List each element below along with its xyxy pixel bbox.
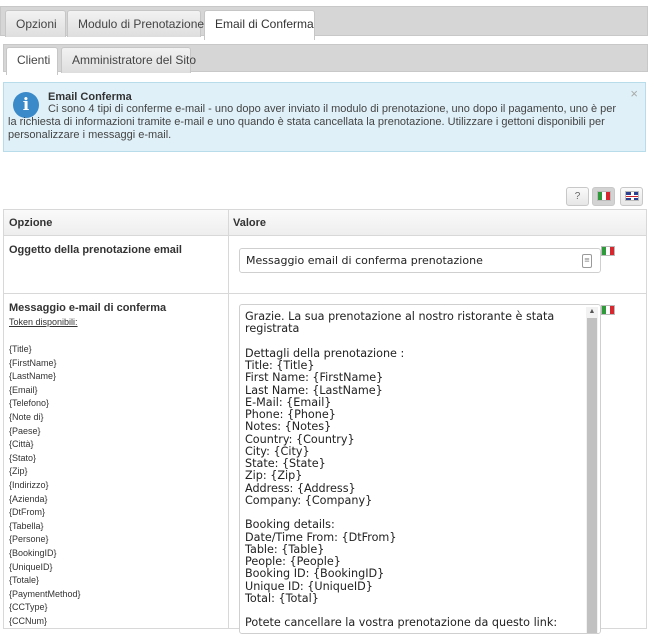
- token-item: {LastName}: [9, 371, 57, 382]
- subtab-clienti[interactable]: Clienti: [6, 47, 58, 75]
- column-header-value: Valore: [228, 210, 646, 236]
- subject-label: Oggetto della prenotazione email: [9, 244, 182, 256]
- info-box: i Email Conferma Ci sono 4 tipi di confe…: [3, 82, 646, 152]
- token-item: {PaymentMethod}: [9, 588, 81, 599]
- clipboard-icon[interactable]: ≡: [582, 254, 592, 268]
- tokens-heading: Token disponibili:: [9, 317, 78, 327]
- token-item: {Zip}: [9, 466, 28, 477]
- table-row: Oggetto della prenotazione email Messagg…: [4, 236, 646, 294]
- token-item: {CCNum}: [9, 615, 48, 626]
- token-item: {Indirizzo}: [9, 479, 49, 490]
- options-table: Opzione Valore Oggetto della prenotazion…: [3, 209, 647, 634]
- token-item: {Title}: [9, 344, 32, 354]
- subject-input-value: Messaggio email di conferma prenotazione: [246, 254, 483, 267]
- token-item: {Azienda}: [9, 493, 48, 504]
- token-item: {Note di}: [9, 411, 44, 422]
- italian-flag-icon: [601, 305, 615, 315]
- scroll-up-icon[interactable]: ▲: [586, 307, 598, 317]
- italian-flag-icon: [596, 191, 611, 202]
- token-item: {Stato}: [9, 452, 37, 463]
- language-english-button[interactable]: [620, 187, 643, 206]
- subtab-amministratore[interactable]: Amministratore del Sito: [61, 47, 196, 73]
- token-item: {FirstName}: [9, 357, 57, 368]
- token-item: {Totale}: [9, 575, 40, 586]
- tab-email-conferma[interactable]: Email di Conferma: [204, 10, 315, 40]
- token-item: {Tabella}: [9, 520, 44, 531]
- uk-flag-icon: [624, 191, 639, 202]
- tab-opzioni[interactable]: Opzioni: [5, 10, 66, 37]
- token-item: {Persone}: [9, 534, 49, 545]
- close-icon[interactable]: ×: [630, 86, 638, 101]
- italian-flag-icon: [601, 246, 615, 256]
- subject-input[interactable]: Messaggio email di conferma prenotazione…: [239, 248, 601, 273]
- token-list: {Title} {FirstName} {LastName} {Email} {Tele…: [9, 343, 81, 628]
- scroll-thumb[interactable]: [587, 318, 597, 633]
- token-item: {DtFrom}: [9, 507, 46, 518]
- help-button[interactable]: ?: [566, 187, 589, 206]
- token-item: {Paese}: [9, 425, 41, 436]
- token-item: {CCType}: [9, 602, 48, 613]
- main-tabbar: Opzioni Modulo di Prenotazione Email di …: [0, 6, 648, 40]
- sub-tabbar: Clienti Amministratore del Sito: [3, 44, 648, 75]
- token-item: {UniqueID}: [9, 561, 53, 572]
- message-textarea[interactable]: Grazie. La sua prenotazione al nostro ri…: [239, 304, 601, 634]
- token-item: {BookingID}: [9, 547, 57, 558]
- tab-modulo-prenotazione[interactable]: Modulo di Prenotazione: [67, 10, 204, 37]
- token-item: {Città}: [9, 439, 34, 450]
- message-body: Grazie. La sua prenotazione al nostro ri…: [245, 310, 558, 630]
- token-item: {Email}: [9, 384, 38, 395]
- column-header-option: Opzione: [4, 210, 228, 236]
- message-label: Messaggio e-mail di conferma: [9, 302, 167, 314]
- info-text: Ci sono 4 tipi di conferme e-mail - uno …: [8, 103, 617, 141]
- language-italian-button[interactable]: [592, 187, 615, 206]
- scrollbar[interactable]: ▲: [586, 307, 598, 633]
- info-title: Email Conferma: [48, 91, 132, 103]
- token-item: {Telefono}: [9, 398, 50, 409]
